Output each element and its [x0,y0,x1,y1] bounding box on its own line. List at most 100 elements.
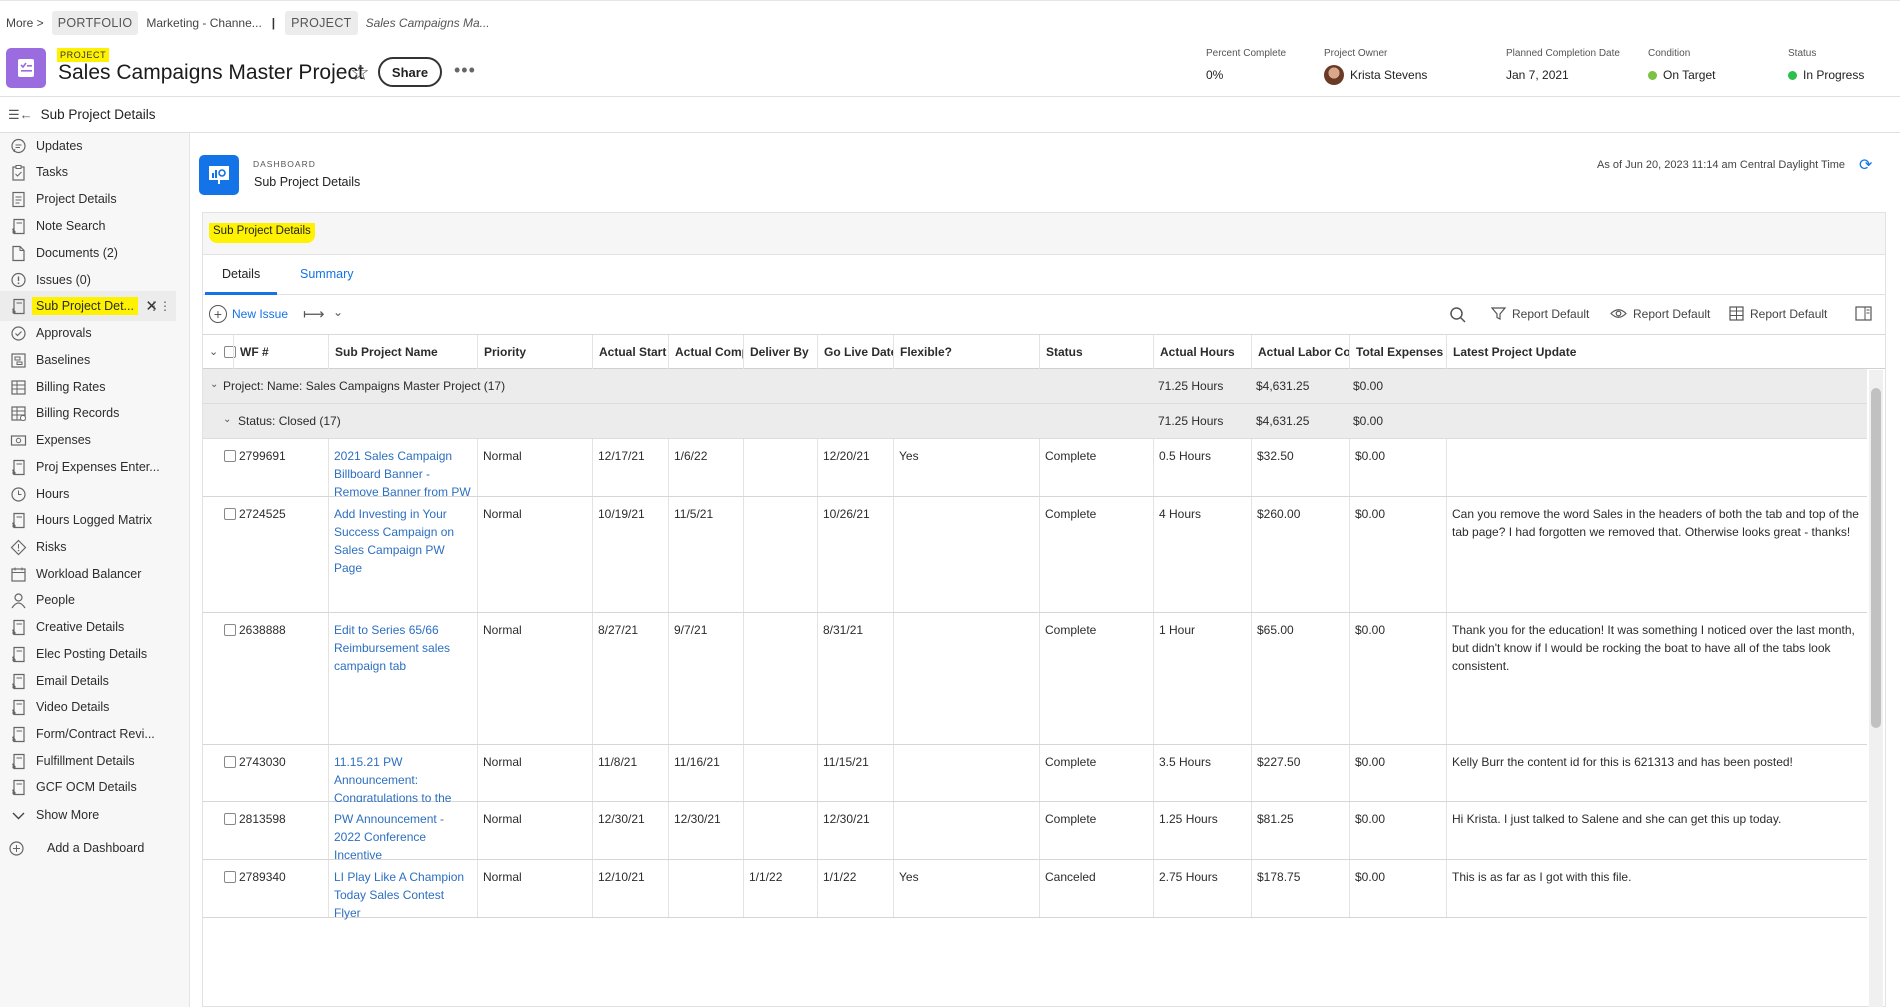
cell-comp: 12/30/21 [674,812,721,826]
sidebar-item-17[interactable]: People [0,585,180,615]
breadcrumb-portfolio-link[interactable]: Marketing - Channe... [146,16,261,30]
sidebar-item-22[interactable]: Form/Contract Revi... [0,719,180,749]
column-header[interactable]: Status [1039,335,1153,369]
cell-name[interactable]: Add Investing in Your Success Campaign o… [328,505,477,577]
cell-deliver: 1/1/22 [749,870,783,884]
expand-all-chevron-icon[interactable]: ⌄ [209,345,218,358]
project-type-tag: PROJECT [57,48,110,62]
sidebar-item-7[interactable]: Approvals [0,318,180,348]
cell-status: Complete [1045,623,1097,637]
column-header[interactable]: Priority [477,335,592,369]
sidebar-item-1[interactable]: Tasks [0,157,180,187]
columns-panel-button[interactable] [1855,306,1872,321]
column-header[interactable]: Go Live Date [817,335,893,369]
sidebar-item-25[interactable]: Show More [0,800,180,830]
percent-complete-value[interactable]: 0% [1206,68,1286,82]
cell-name[interactable]: 2021 Sales Campaign Billboard Banner - R… [328,447,477,501]
column-header[interactable]: Latest Project Update [1446,335,1867,369]
table-row[interactable]: 2724525 Add Investing in Your Success Cam… [203,497,1867,613]
column-header[interactable]: Actual Labor Costs [1251,335,1349,369]
more-options-icon[interactable]: ••• [454,60,476,81]
column-header[interactable]: Total Expenses [1349,335,1446,369]
cell-name[interactable]: LI Play Like A Champion Today Sales Cont… [328,868,477,922]
share-button[interactable]: Share [378,57,442,87]
sidebar-item-2[interactable]: Project Details [0,184,180,214]
condition-value[interactable]: On Target [1648,68,1715,82]
project-owner-value[interactable]: Krista Stevens [1324,65,1427,85]
drag-handle-icon[interactable]: ⋮⋮ [148,299,171,313]
column-header[interactable]: Sub Project Name [328,335,477,369]
diamond-warning-icon [10,539,27,556]
sidebar-item-3[interactable]: Note Search [0,211,180,241]
panel-layout-icon [1855,306,1872,321]
group-row-project[interactable]: ⌄ Project: Name: Sales Campaigns Master … [203,369,1867,404]
column-divider [893,613,894,744]
group-collapse-icon[interactable]: ⌄ [223,414,231,425]
favorite-star-icon[interactable]: ☆ [350,62,370,84]
sidebar-item-12[interactable]: Proj Expenses Enter... [0,452,180,482]
group-expenses: $0.00 [1353,379,1384,393]
cell-wf: 2799691 [239,449,286,463]
table-row[interactable]: 2743030 11.15.21 PW Announcement: Congrat… [203,745,1867,841]
new-issue-button[interactable]: + New Issue [209,305,288,323]
table-row[interactable]: 2638888 Edit to Series 65/66 Reimbursemen… [203,613,1867,745]
sidebar-item-24[interactable]: GCF OCM Details [0,772,180,802]
refresh-icon[interactable]: ⟳ [1859,155,1872,175]
dashboard-kind-label: DASHBOARD [253,159,316,169]
sidebar-item-11[interactable]: Expenses [0,425,180,455]
sidebar-item-26[interactable]: Add a Dashboard [0,833,180,863]
cell-name[interactable]: PW Announcement - 2022 Conference Incent… [328,810,477,864]
column-header[interactable]: Actual Hours [1153,335,1251,369]
column-divider [743,802,744,859]
plus-icon: + [209,305,227,323]
sidebar-item-18[interactable]: Creative Details [0,612,180,642]
chevron-down-icon[interactable]: ⌄ [333,305,343,319]
report-toolbar: + New Issue ⟼ ⌄ Report Default Report De… [203,295,1885,335]
group-hours: 71.25 Hours [1158,379,1224,393]
sidebar-item-21[interactable]: Video Details [0,692,180,722]
collapse-nav-icon[interactable]: ☰← [8,107,33,123]
cell-golive: 1/1/22 [823,870,857,884]
panel-title-bar: Sub Project Details [203,213,1885,255]
column-header[interactable]: Actual Start [592,335,668,369]
column-header[interactable]: Actual Comp [668,335,743,369]
column-header[interactable]: Deliver By [743,335,817,369]
sidebar-item-15[interactable]: Risks [0,532,180,562]
sidebar-item-label: Updates [36,139,83,153]
sidebar-item-label: Fulfillment Details [36,754,135,768]
sidebar-item-label: Creative Details [36,620,125,634]
view-button[interactable]: Report Default [1610,306,1710,321]
grouping-button[interactable]: Report Default [1729,306,1827,321]
sidebar-item-label: Baselines [36,353,91,367]
tab-details[interactable]: Details [205,255,278,295]
custom-report-icon [10,779,27,796]
sidebar-item-10[interactable]: Billing Records [0,398,180,428]
table-row[interactable]: 2813598 PW Announcement - 2022 Conference… [203,802,1867,862]
status-value[interactable]: In Progress [1788,68,1864,82]
breadcrumb-more[interactable]: More > [6,16,44,30]
sidebar-item-19[interactable]: Elec Posting Details [0,639,180,669]
export-icon[interactable]: ⟼ [303,305,325,323]
column-header[interactable]: Flexible? [893,335,1039,369]
planned-completion-value[interactable]: Jan 7, 2021 [1506,68,1620,82]
filter-button[interactable]: Report Default [1491,306,1589,321]
column-header[interactable]: WF # [233,335,328,369]
search-button[interactable] [1449,306,1467,324]
table-row[interactable]: 2789340 LI Play Like A Champion Today Sal… [203,860,1867,920]
table-row[interactable]: 2799691 2021 Sales Campaign Billboard Ban… [203,439,1867,499]
scrollbar-thumb[interactable] [1871,388,1881,728]
cell-priority: Normal [483,507,522,521]
cell-name[interactable]: Edit to Series 65/66 Reimbursement sales… [328,621,477,675]
sidebar-item-8[interactable]: Baselines [0,345,180,375]
table-scrollbar[interactable] [1869,370,1883,1007]
group-collapse-icon[interactable]: ⌄ [210,379,218,390]
sidebar-item-4[interactable]: Documents (2) [0,238,180,268]
group-row-status[interactable]: ⌄ Status: Closed (17) 71.25 Hours $4,631… [203,404,1867,439]
sidebar-item-6[interactable]: Sub Project Det... ✕ ⋮⋮ [0,291,176,321]
tab-summary[interactable]: Summary [283,255,370,295]
sidebar-item-14[interactable]: Hours Logged Matrix [0,505,180,535]
breadcrumb-project-link[interactable]: Sales Campaigns Ma... [366,16,490,30]
sidebar-item-label: Hours [36,487,70,501]
custom-report-icon [10,753,27,770]
clock-icon [10,486,27,503]
